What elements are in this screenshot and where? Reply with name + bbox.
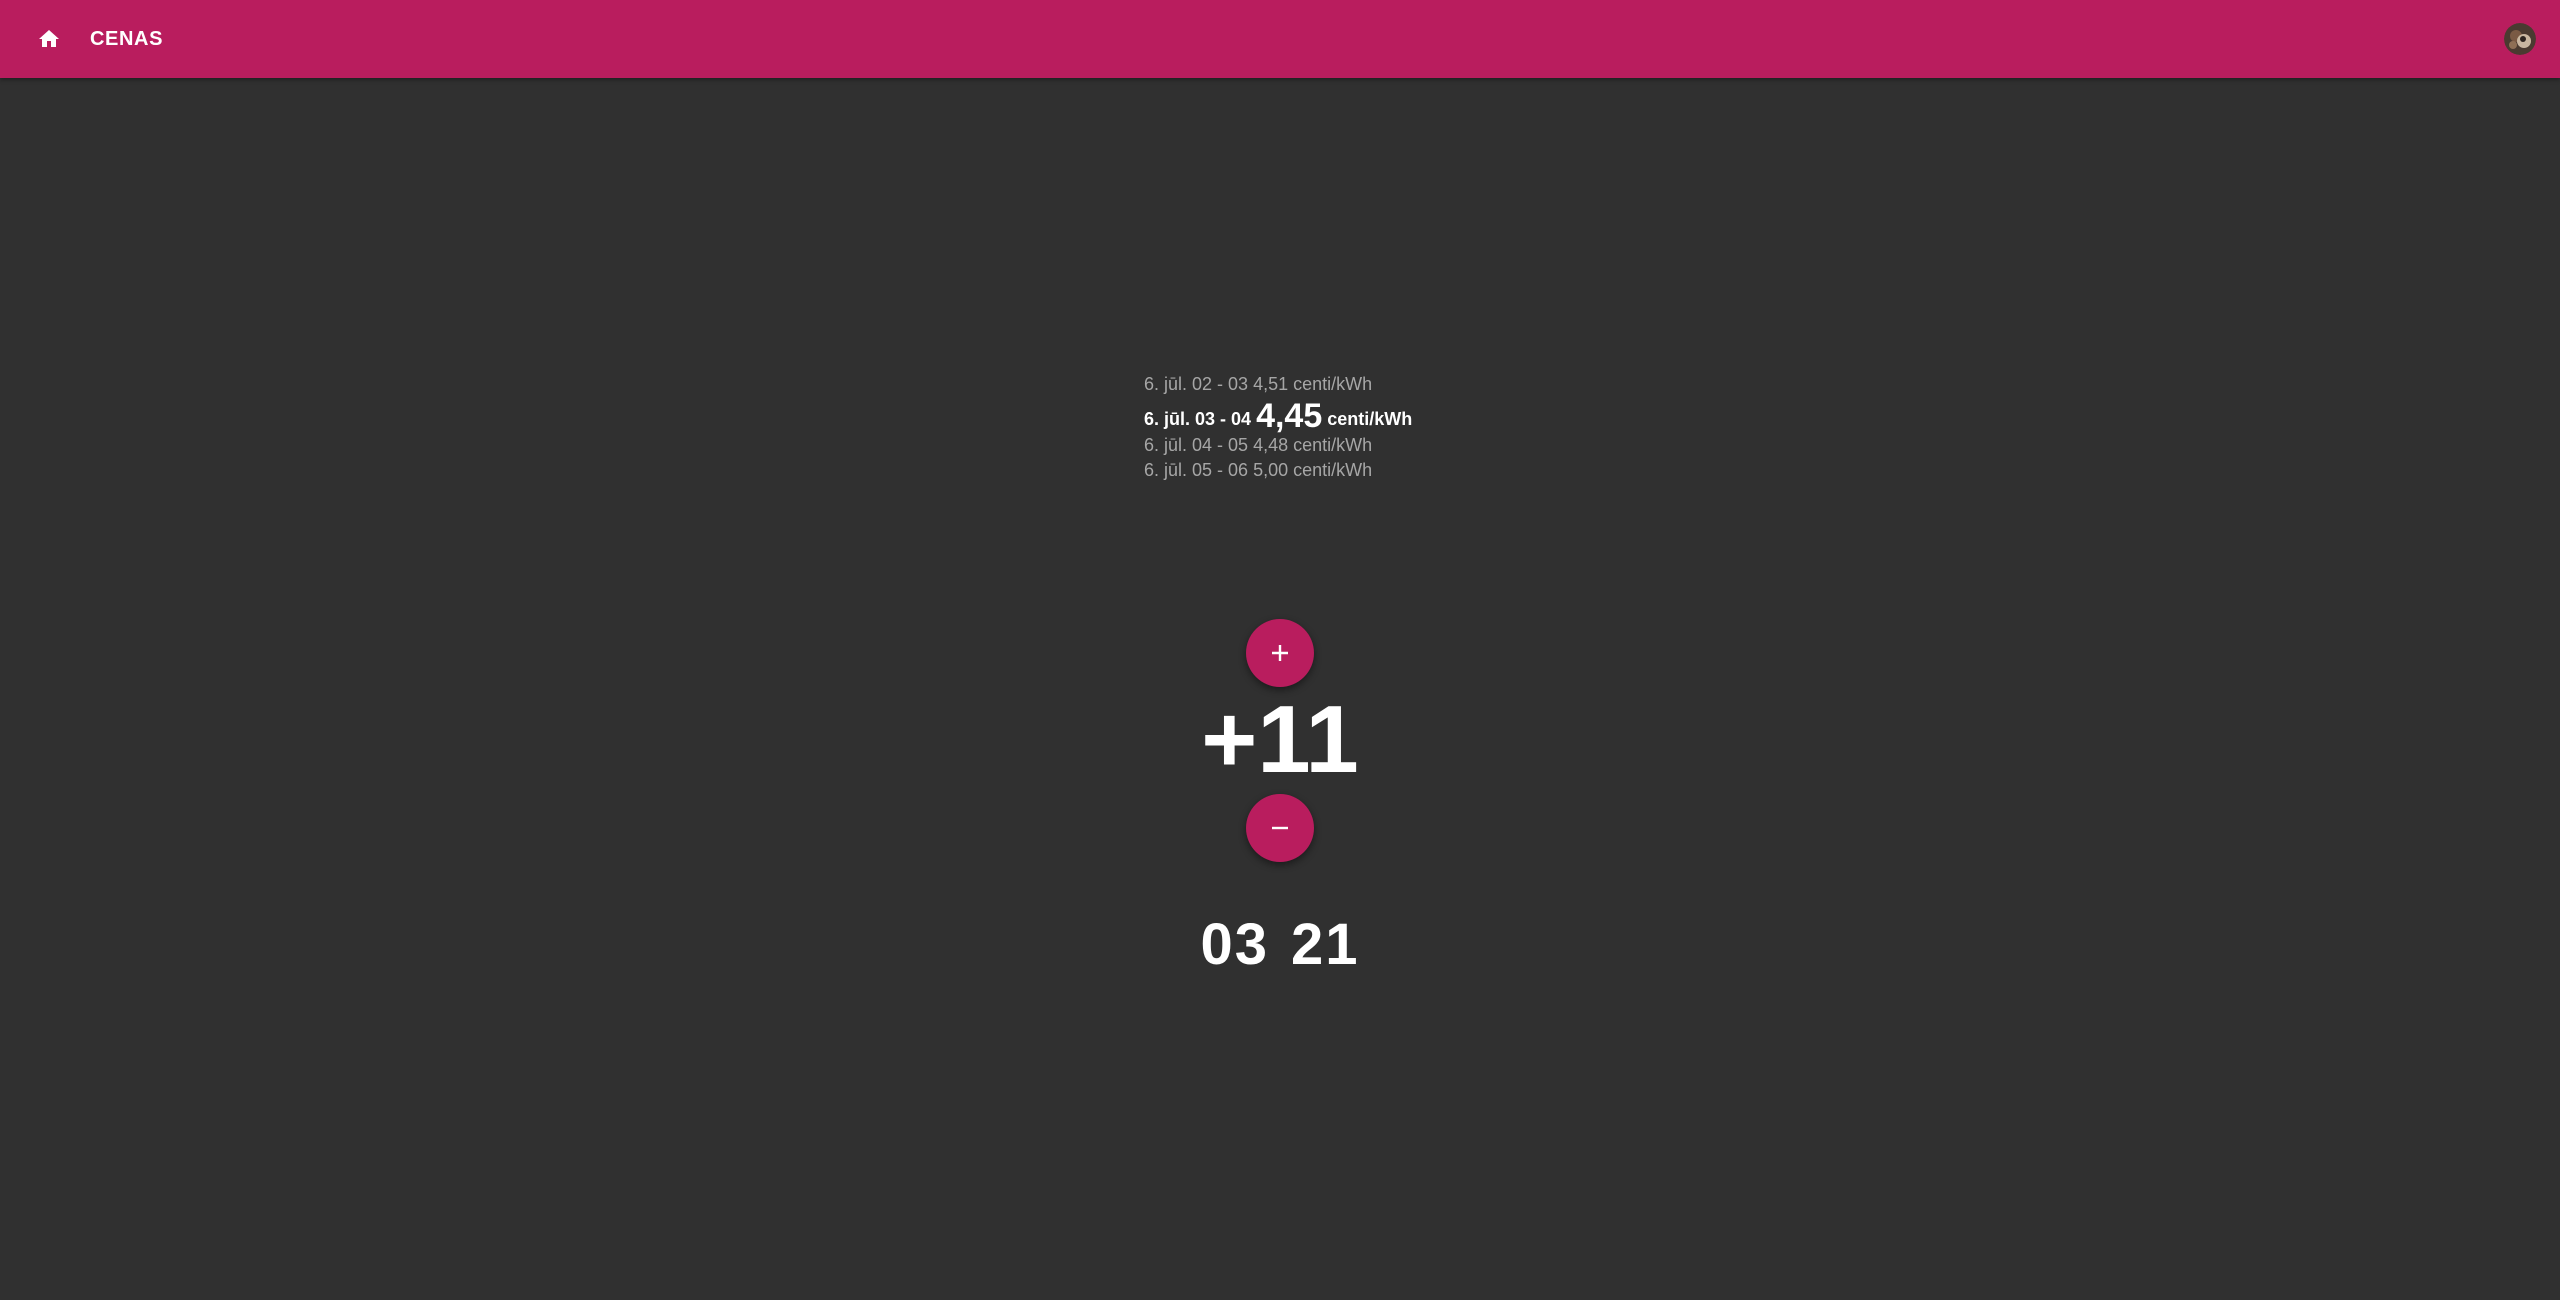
price-row-current: 6. jūl. 03 - 04 4,45 centi/kWh	[1144, 397, 1564, 435]
clock-minutes: 21	[1291, 912, 1360, 977]
avatar-icon	[2504, 23, 2536, 55]
current-price-unit: centi/kWh	[1327, 409, 1413, 429]
current-price-label: 6. jūl. 03 - 04	[1144, 409, 1252, 429]
current-price-value: 4,45	[1256, 397, 1323, 435]
plus-icon	[1272, 645, 1288, 661]
decrement-button[interactable]	[1246, 794, 1314, 862]
price-row-previous: 6. jūl. 02 - 03 4,51 centi/kWh	[1144, 374, 1373, 394]
clock-hours: 03	[1200, 912, 1269, 977]
price-row-next-2: 6. jūl. 05 - 06 5,00 centi/kWh	[1144, 460, 1373, 480]
clock: 03 21	[1080, 910, 1480, 980]
minus-icon	[1272, 826, 1288, 830]
offset-value: +11	[1201, 686, 1359, 793]
user-avatar[interactable]	[2504, 23, 2536, 55]
app-bar: CENAS	[0, 0, 2560, 78]
increment-button[interactable]	[1246, 619, 1314, 687]
price-list: 6. jūl. 02 - 03 4,51 centi/kWh 6. jūl. 0…	[1144, 372, 1564, 483]
home-button[interactable]	[28, 18, 70, 60]
price-row-next-1: 6. jūl. 04 - 05 4,48 centi/kWh	[1144, 435, 1373, 455]
app-title: CENAS	[90, 28, 164, 50]
home-icon	[39, 30, 59, 47]
